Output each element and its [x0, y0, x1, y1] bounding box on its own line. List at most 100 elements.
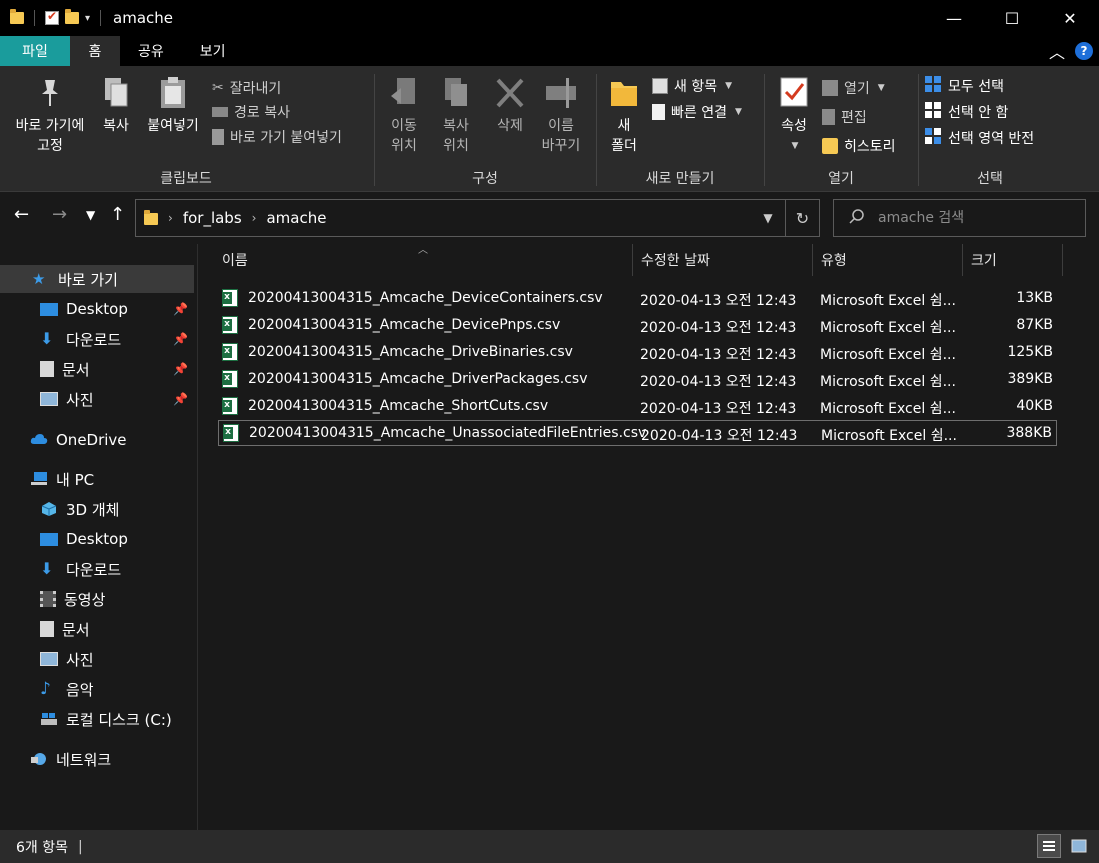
sidebar-item-3d-objects[interactable]: 3D 개체: [0, 495, 194, 523]
new-folder-button[interactable]: 새 폴더: [604, 74, 644, 156]
column-header-date[interactable]: 수정한 날짜: [633, 244, 813, 276]
copy-button[interactable]: 복사: [96, 74, 136, 136]
collapse-ribbon-icon[interactable]: ︿: [1049, 39, 1065, 63]
pin-icon[interactable]: 📌: [173, 392, 188, 406]
tab-home[interactable]: 홈: [70, 36, 120, 66]
folder-icon[interactable]: [10, 9, 24, 24]
tab-file[interactable]: 파일: [0, 36, 70, 66]
pin-label-line1: 바로 가기에: [15, 118, 85, 134]
window-controls: — ☐ ✕: [925, 0, 1099, 36]
select-all-button[interactable]: 모두 선택: [924, 74, 1004, 98]
sidebar-item-network[interactable]: 네트워크: [0, 745, 194, 773]
tab-view[interactable]: 보기: [182, 36, 244, 66]
ribbon-tabs: 파일 홈 공유 보기 ︿ ?: [0, 36, 1099, 66]
sidebar-item-label: OneDrive: [56, 431, 127, 449]
address-bar[interactable]: › for_labs › amache: [135, 199, 786, 237]
sidebar-item-pictures-pinned[interactable]: 사진 📌: [0, 385, 194, 413]
properties-icon[interactable]: [45, 9, 59, 25]
address-history-chevron-icon[interactable]: ▼: [750, 199, 786, 237]
sidebar-item-desktop-pinned[interactable]: Desktop 📌: [0, 295, 194, 323]
breadcrumb-chevron-icon[interactable]: ›: [252, 211, 257, 225]
up-arrow-icon[interactable]: ↑: [110, 204, 125, 225]
file-row[interactable]: 20200413004315_Amcache_DriverPackages.cs…: [218, 367, 1057, 393]
breadcrumb-for-labs[interactable]: for_labs: [183, 209, 242, 227]
pin-to-quick-access-button[interactable]: 바로 가기에 고정: [8, 74, 92, 156]
paste-shortcut-icon: [212, 129, 224, 145]
history-button[interactable]: 히스토리: [822, 134, 896, 158]
chevron-down-icon: ▼: [791, 141, 799, 151]
forward-arrow-icon[interactable]: →: [52, 204, 67, 225]
breadcrumb-amache[interactable]: amache: [266, 209, 326, 227]
new-folder-icon[interactable]: [65, 9, 79, 24]
large-icons-view-icon[interactable]: [1067, 834, 1091, 858]
sidebar-item-documents[interactable]: 문서: [0, 615, 194, 643]
sidebar-item-downloads-pinned[interactable]: ⬇ 다운로드 📌: [0, 325, 194, 353]
recent-locations-chevron-icon[interactable]: ▼: [86, 208, 95, 222]
breadcrumb-chevron-icon[interactable]: ›: [168, 211, 173, 225]
properties-button[interactable]: 속성 ▼: [774, 74, 814, 156]
pin-icon[interactable]: 📌: [173, 332, 188, 346]
column-header-type[interactable]: 유형: [813, 244, 963, 276]
search-box[interactable]: [833, 199, 1086, 237]
sidebar-item-label: 내 PC: [56, 470, 95, 489]
move-to-button[interactable]: 이동 위치: [382, 74, 426, 156]
rename-button[interactable]: 이름 바꾸기: [536, 74, 586, 156]
sidebar-item-desktop[interactable]: Desktop: [0, 525, 194, 553]
rename-label-line2: 바꾸기: [541, 138, 581, 154]
tab-share[interactable]: 공유: [120, 36, 182, 66]
cloud-icon: [30, 432, 48, 448]
file-row[interactable]: 20200413004315_Amcache_DeviceContainers.…: [218, 286, 1057, 312]
excel-csv-icon: [222, 397, 238, 415]
column-header-size[interactable]: 크기: [963, 244, 1063, 276]
invert-selection-button[interactable]: 선택 영역 반전: [924, 126, 1034, 150]
sidebar-item-videos[interactable]: 동영상: [0, 585, 194, 613]
back-arrow-icon[interactable]: ←: [14, 204, 29, 225]
new-folder-icon: [607, 74, 641, 112]
file-row[interactable]: 20200413004315_Amcache_DevicePnps.csv 20…: [218, 313, 1057, 339]
open-button[interactable]: 열기 ▼: [822, 76, 885, 100]
star-icon: ★: [32, 270, 46, 288]
copy-to-label-line2: 위치: [443, 138, 469, 154]
delete-x-icon: [493, 74, 527, 112]
edit-label: 편집: [841, 110, 867, 126]
help-icon[interactable]: ?: [1075, 42, 1093, 60]
chevron-down-icon: ▼: [725, 81, 733, 91]
sidebar-item-local-disk[interactable]: 로컬 디스크 (C:): [0, 705, 194, 733]
new-item-button[interactable]: 새 항목 ▼: [652, 74, 732, 98]
sidebar-item-onedrive[interactable]: OneDrive: [0, 426, 194, 454]
customize-toolbar-dropdown-icon[interactable]: ▾: [85, 13, 90, 24]
details-view-icon[interactable]: [1037, 834, 1061, 858]
edit-button[interactable]: 편집: [822, 105, 867, 129]
easy-access-button[interactable]: 빠른 연결 ▼: [652, 100, 742, 124]
maximize-button[interactable]: ☐: [983, 0, 1041, 36]
close-button[interactable]: ✕: [1041, 0, 1099, 36]
paste-button[interactable]: 붙여넣기: [142, 74, 204, 136]
navigation-bar: ← → ▼ ↑ › for_labs › amache ▼ ↻: [0, 192, 1099, 244]
file-row[interactable]: 20200413004315_Amcache_ShortCuts.csv 202…: [218, 394, 1057, 420]
cut-button[interactable]: ✂ 잘라내기: [212, 76, 281, 100]
search-input[interactable]: [878, 210, 1078, 226]
sidebar-item-documents-pinned[interactable]: 문서 📌: [0, 355, 194, 383]
open-group-label: 열기: [828, 171, 854, 187]
copy-path-button[interactable]: 경로 복사: [212, 100, 290, 124]
pin-icon: [33, 74, 67, 112]
sidebar-item-music[interactable]: ♪ 음악: [0, 675, 194, 703]
pin-icon[interactable]: 📌: [173, 362, 188, 376]
paste-shortcut-label: 바로 가기 붙여넣기: [230, 130, 342, 146]
copy-to-button[interactable]: 복사 위치: [434, 74, 478, 156]
file-name: 20200413004315_Amcache_UnassociatedFileE…: [249, 425, 647, 441]
paste-shortcut-button[interactable]: 바로 가기 붙여넣기: [212, 125, 342, 149]
sidebar-item-this-pc[interactable]: 내 PC: [0, 465, 194, 493]
file-row[interactable]: 20200413004315_Amcache_DriveBinaries.csv…: [218, 340, 1057, 366]
minimize-button[interactable]: —: [925, 0, 983, 36]
delete-button[interactable]: 삭제: [490, 74, 530, 136]
sidebar-item-pictures[interactable]: 사진: [0, 645, 194, 673]
group-divider: [596, 74, 597, 186]
sidebar-item-downloads[interactable]: ⬇ 다운로드: [0, 555, 194, 583]
sidebar-item-quick-access[interactable]: ★ 바로 가기: [0, 265, 194, 293]
refresh-icon[interactable]: ↻: [786, 199, 820, 237]
column-header-name[interactable]: 이름: [214, 244, 633, 276]
select-none-button[interactable]: 선택 안 함: [924, 100, 1008, 124]
pin-icon[interactable]: 📌: [173, 302, 188, 316]
file-row[interactable]: 20200413004315_Amcache_UnassociatedFileE…: [218, 420, 1057, 446]
